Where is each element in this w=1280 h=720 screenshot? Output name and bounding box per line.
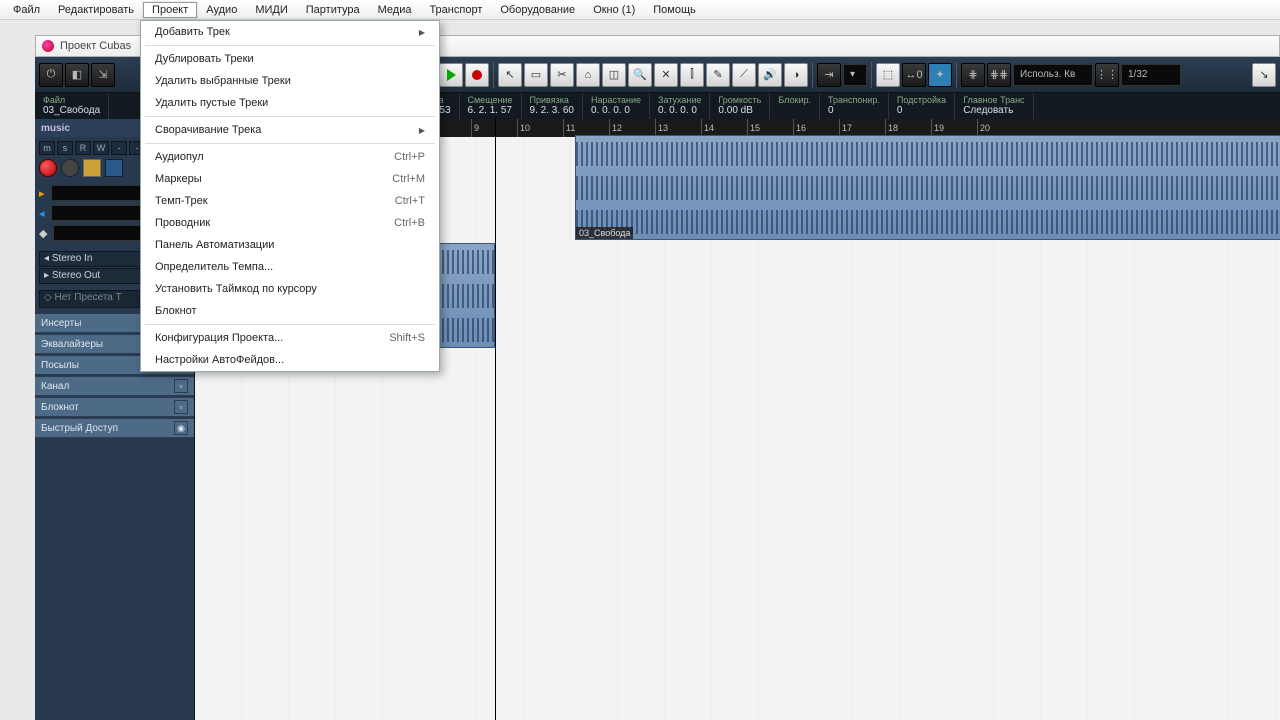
monitor-button[interactable] (61, 159, 79, 177)
glue-tool-button[interactable]: ⌂ (576, 63, 600, 87)
menu-проект[interactable]: Проект (143, 2, 197, 18)
menu-item[interactable]: Темп-ТрекCtrl+T (141, 190, 439, 212)
setup-window-button[interactable]: ↘ (1252, 63, 1276, 87)
menu-item[interactable]: ПроводникCtrl+B (141, 212, 439, 234)
menu-item[interactable]: Конфигурация Проекта...Shift+S (141, 327, 439, 349)
color-select[interactable]: ▾ (843, 64, 867, 86)
track-btn-R[interactable]: R (75, 141, 91, 155)
track-btn-W[interactable]: W (93, 141, 109, 155)
draw-tool-button[interactable]: ✎ (706, 63, 730, 87)
erase-tool-button[interactable]: ◫ (602, 63, 626, 87)
window-layout-button[interactable]: ◧ (65, 63, 89, 87)
app-logo-icon (42, 40, 54, 52)
transport-play-button[interactable] (439, 63, 463, 87)
play-tool-button[interactable]: 🔊 (758, 63, 782, 87)
inspector-section[interactable]: Быстрый Доступ◉ (35, 418, 194, 438)
track-btn--[interactable]: - (111, 141, 127, 155)
inspector-section[interactable]: Блокнот▫ (35, 397, 194, 417)
menu-item[interactable]: Добавить Трек (141, 21, 439, 43)
quantize-button[interactable]: ⋕⋕ (987, 63, 1011, 87)
read-automation-icon[interactable]: ▸ (39, 187, 45, 200)
track-btn-s[interactable]: s (57, 141, 73, 155)
snap-zero-button[interactable]: ↔0 (902, 63, 926, 87)
freeze-button[interactable] (105, 159, 123, 177)
menu-item[interactable]: МаркерыCtrl+M (141, 168, 439, 190)
lane-button[interactable] (83, 159, 101, 177)
menu-окно (1)[interactable]: Окно (1) (584, 2, 644, 18)
menu-партитура[interactable]: Партитура (297, 2, 369, 18)
menu-item[interactable]: Сворачивание Трека (141, 119, 439, 141)
menu-медиа[interactable]: Медиа (369, 2, 421, 18)
snap-button[interactable]: ⬚ (876, 63, 900, 87)
menu-item[interactable]: Блокнот (141, 300, 439, 322)
arrow-tool-button[interactable]: ↖ (498, 63, 522, 87)
audio-clip-2[interactable]: 03_Свобода (575, 135, 1280, 240)
grid-type-button[interactable]: ⋕ (961, 63, 985, 87)
split-tool-button[interactable]: ✂ (550, 63, 574, 87)
zoom-tool-button[interactable]: 🔍 (628, 63, 652, 87)
menu-item[interactable]: Определитель Темпа... (141, 256, 439, 278)
menu-item[interactable]: Панель Автоматизации (141, 234, 439, 256)
snap-mode-select[interactable]: Использ. Кв (1013, 64, 1093, 86)
menu-item[interactable]: Установить Таймкод по курсору (141, 278, 439, 300)
transport-record-button[interactable] (465, 63, 489, 87)
menu-аудио[interactable]: Аудио (197, 2, 246, 18)
write-automation-icon[interactable]: ◂ (39, 207, 45, 220)
menu-редактировать[interactable]: Редактировать (49, 2, 143, 18)
menubar: ФайлРедактироватьПроектАудиоМИДИПартитур… (0, 0, 1280, 20)
project-menu-dropdown: Добавить Трек Дублировать ТрекиУдалить вы… (140, 20, 440, 372)
range-tool-button[interactable]: ▭ (524, 63, 548, 87)
playhead[interactable] (495, 119, 496, 720)
constraint-button[interactable]: ⇲ (91, 63, 115, 87)
grid-icon-button[interactable]: ⋮⋮ (1095, 63, 1119, 87)
menu-item[interactable]: Удалить выбранные Треки (141, 70, 439, 92)
menu-оборудование[interactable]: Оборудование (491, 2, 584, 18)
snap-toggle-button[interactable]: ✦ (928, 63, 952, 87)
line-tool-button[interactable]: ⟋ (732, 63, 756, 87)
autoscroll-button[interactable]: ⇥ (817, 63, 841, 87)
grid-value-select[interactable]: 1/32 (1121, 64, 1181, 86)
menu-миди[interactable]: МИДИ (246, 2, 296, 18)
window-title: Проект Cubas (60, 40, 131, 52)
track-btn-m[interactable]: m (39, 141, 55, 155)
timewarp-tool-button[interactable]: ⫿ (680, 63, 704, 87)
activate-project-button[interactable]: ⏻ (39, 63, 63, 87)
menu-помощь[interactable]: Помощь (644, 2, 705, 18)
menu-item[interactable]: Дублировать Треки (141, 48, 439, 70)
record-arm-button[interactable] (39, 159, 57, 177)
expand-icon[interactable]: ◆ (39, 227, 47, 240)
menu-файл[interactable]: Файл (4, 2, 49, 18)
mute-tool-button[interactable]: ✕ (654, 63, 678, 87)
inspector-section[interactable]: Канал▫ (35, 376, 194, 396)
menu-item[interactable]: АудиопулCtrl+P (141, 146, 439, 168)
menu-транспорт[interactable]: Транспорт (420, 2, 491, 18)
menu-item[interactable]: Настройки АвтоФейдов... (141, 349, 439, 371)
color-tool-button[interactable]: ◑ (784, 63, 808, 87)
menu-item[interactable]: Удалить пустые Треки (141, 92, 439, 114)
